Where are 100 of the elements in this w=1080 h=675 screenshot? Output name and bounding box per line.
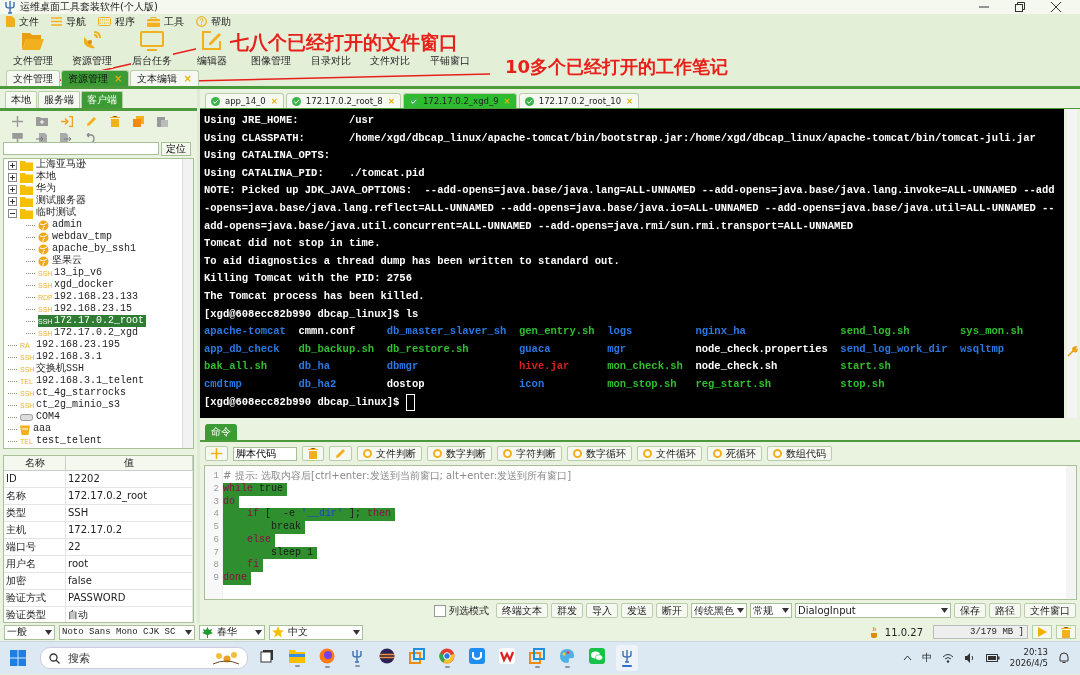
globe-icon[interactable] <box>319 648 335 664</box>
session-tab[interactable]: 172.17.0.2_root_8 × <box>285 93 401 108</box>
dropdown[interactable]: Noto Sans Mono CJK SC <box>59 624 195 640</box>
expand-toggle[interactable] <box>8 208 17 218</box>
menu-item[interactable]: 导航 <box>66 14 86 29</box>
tree-item[interactable]: webdav_tmp <box>38 231 114 243</box>
task-view-icon[interactable] <box>260 649 274 663</box>
action-button[interactable]: 保存 <box>954 603 986 618</box>
add-button[interactable] <box>205 446 228 461</box>
expand-toggle[interactable] <box>8 184 17 194</box>
action-button[interactable]: 导入 <box>586 603 618 618</box>
panel-tab[interactable]: 客户端 <box>81 91 123 108</box>
edit-button[interactable] <box>329 446 352 461</box>
overlapping-squares-icon[interactable] <box>529 648 545 664</box>
action-button[interactable]: 终端文本 <box>496 603 548 618</box>
toolbar-button[interactable]: 目录对比 <box>309 54 352 68</box>
notification-icon[interactable] <box>1058 652 1070 664</box>
planet-icon[interactable] <box>379 648 395 664</box>
expand-toggle[interactable] <box>8 172 17 182</box>
tree-item[interactable]: 测试服务器 <box>20 195 88 207</box>
trident-icon[interactable] <box>621 649 633 663</box>
chat-bubbles-icon[interactable] <box>589 648 605 664</box>
folder-icon[interactable] <box>289 649 305 663</box>
toolbar-button[interactable]: 文件对比 <box>369 54 412 68</box>
action-button[interactable]: 文件窗口 <box>1024 603 1076 618</box>
session-tab[interactable]: 172.17.0.2_xgd_9 × <box>402 93 517 108</box>
tree-item[interactable]: aaa <box>20 423 53 435</box>
palette-icon[interactable] <box>559 648 575 664</box>
scrollbar[interactable] <box>1066 466 1076 599</box>
checkbox[interactable] <box>434 604 446 617</box>
dropdown[interactable]: 常规 <box>750 603 792 618</box>
action-button[interactable]: 断开 <box>656 603 688 618</box>
snippet-button[interactable]: 字符判断 <box>497 446 562 461</box>
chevron-up-icon[interactable] <box>902 655 912 661</box>
expand-toggle[interactable] <box>8 160 17 170</box>
dropdown[interactable]: 传统黑色 <box>691 603 747 618</box>
panel-tab[interactable]: 服务端 <box>38 91 80 108</box>
start-icon[interactable] <box>10 650 26 666</box>
trident-icon[interactable] <box>351 649 363 663</box>
bag-icon[interactable] <box>469 648 485 664</box>
toolbar-button[interactable]: 平铺窗口 <box>428 54 471 68</box>
tree-item[interactable]: 华为 <box>20 183 58 195</box>
close-button[interactable] <box>1050 1 1062 13</box>
wifi-icon[interactable] <box>941 653 954 663</box>
clipboard-icon[interactable] <box>157 116 168 127</box>
play-button[interactable] <box>1032 625 1052 639</box>
pushpin-icon[interactable] <box>12 133 23 144</box>
copy-icon[interactable] <box>133 116 144 127</box>
trash-button[interactable] <box>1056 625 1076 639</box>
menu-item[interactable]: 程序 <box>115 14 135 29</box>
overlapping-squares-icon[interactable] <box>409 648 425 664</box>
document-tab[interactable]: 文件管理 <box>6 70 60 86</box>
panel-tab[interactable]: 本地 <box>5 91 37 108</box>
search-field[interactable] <box>3 142 159 155</box>
wrench-icon[interactable] <box>1067 346 1078 357</box>
delete-button[interactable] <box>302 446 324 461</box>
code-editor[interactable]: 1 2 3 4 5 6 7 8 9 # 提示: 选取内容后[ctrl+enter:发送到当前窗口; alt+enter:发送到所有窗口] while true do if [ -e '__dir' ]; then break else sleep 1 fi done <box>204 465 1077 600</box>
menu-item[interactable]: 文件 <box>19 14 39 29</box>
tree-item[interactable]: COM4 <box>20 411 62 423</box>
search-field[interactable]: 搜索 <box>40 647 248 669</box>
snippet-button[interactable]: 数组代码 <box>767 446 832 461</box>
script-name-field[interactable]: 脚本代码 <box>233 446 297 461</box>
session-tab[interactable]: app_14_0 × <box>205 93 284 108</box>
snippet-button[interactable]: 数字循环 <box>567 446 632 461</box>
tree-item[interactable]: apache_by_ssh1 <box>38 243 138 255</box>
panel-tab[interactable]: 命令 <box>205 424 237 440</box>
tree-item[interactable]: 上海亚马逊 <box>20 159 88 171</box>
dropdown[interactable]: 春华 <box>199 624 265 640</box>
dropdown[interactable]: 一般 <box>4 624 55 640</box>
folder-plus-icon[interactable] <box>36 116 48 126</box>
expand-toggle[interactable] <box>8 196 17 206</box>
ring-icon[interactable] <box>439 648 455 664</box>
action-button[interactable]: 路径 <box>989 603 1021 618</box>
snippet-button[interactable]: 文件判断 <box>357 446 422 461</box>
toolbar-button[interactable]: 图像管理 <box>250 54 293 68</box>
scrollbar[interactable] <box>182 159 193 449</box>
tree-item[interactable]: 临时测试 <box>20 207 78 219</box>
scrollbar[interactable] <box>1067 109 1077 418</box>
tree-item[interactable]: admin <box>38 219 84 231</box>
toolbar-button[interactable]: 文件管理 <box>11 31 54 68</box>
enter-arrow-icon[interactable] <box>61 116 73 127</box>
menu-item[interactable]: 帮助 <box>211 14 231 29</box>
zigzag-icon[interactable] <box>499 648 515 664</box>
restore-button[interactable] <box>1014 1 1026 13</box>
tree-item[interactable]: 本地 <box>20 171 58 183</box>
session-tab[interactable]: 172.17.0.2_root_10 × <box>518 93 640 108</box>
dropdown[interactable]: 中文 <box>269 624 363 640</box>
speaker-icon[interactable] <box>963 653 976 663</box>
snippet-button[interactable]: 文件循环 <box>637 446 702 461</box>
locate-button[interactable]: 定位 <box>161 142 191 156</box>
input-method-indicator[interactable]: 中 <box>921 651 932 665</box>
plus-icon[interactable] <box>12 116 23 127</box>
pencil-icon[interactable] <box>86 116 97 127</box>
snippet-button[interactable]: 数字判断 <box>427 446 492 461</box>
snippet-button[interactable]: 死循环 <box>707 446 762 461</box>
action-button[interactable]: 发送 <box>621 603 653 618</box>
trash-icon[interactable] <box>110 116 120 127</box>
battery-icon[interactable] <box>985 654 1000 662</box>
dropdown[interactable]: DialogInput <box>795 603 951 618</box>
action-button[interactable]: 群发 <box>551 603 583 618</box>
